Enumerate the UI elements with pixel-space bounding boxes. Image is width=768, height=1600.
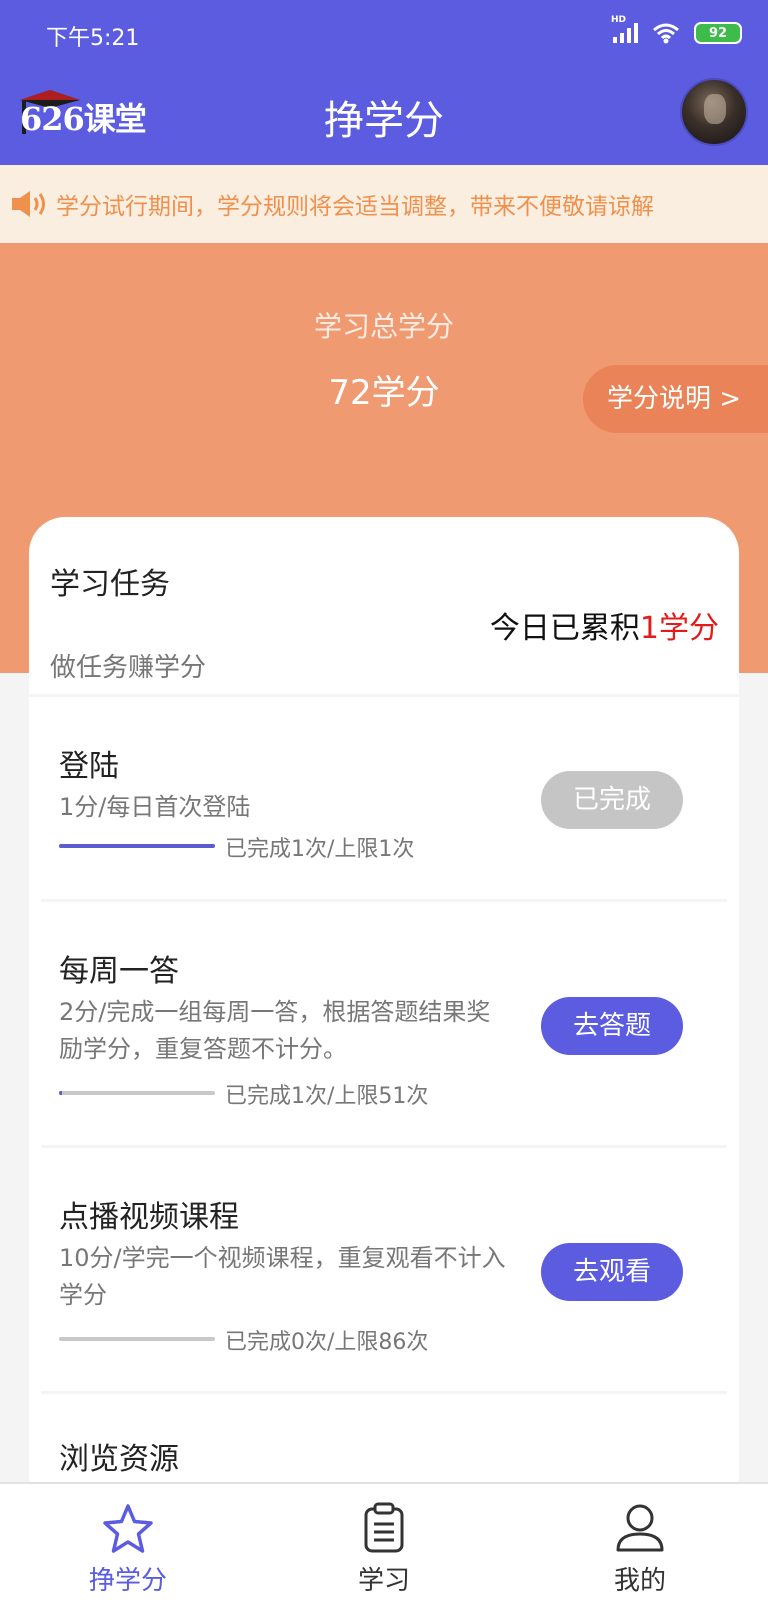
notice-banner: 学分试行期间，学分规则将会适当调整，带来不便敬请谅解 [0, 165, 768, 243]
task-item-video-course: 点播视频课程 10分/学完一个视频课程，重复观看不计入学分 已完成0次/上限86… [41, 1148, 727, 1394]
tab-earn-credits[interactable]: 挣学分 [0, 1484, 256, 1600]
answer-quiz-button[interactable]: 去答题 [541, 997, 683, 1055]
task-progress-text: 已完成1次/上限1次 [225, 837, 415, 862]
tab-label: 挣学分 [88, 1566, 167, 1596]
task-progress-text: 已完成0次/上限86次 [225, 1330, 429, 1355]
task-name: 每周一答 [59, 954, 179, 989]
task-desc: 1分/每日首次登陆 [59, 793, 251, 821]
bottom-tab-bar: 挣学分 学习 我的 [0, 1482, 768, 1600]
status-icons: HD 92 [611, 15, 742, 44]
user-icon [616, 1504, 664, 1552]
page-title: 挣学分 [324, 98, 444, 144]
tab-study[interactable]: 学习 [256, 1484, 512, 1600]
task-section-header: 学习任务 今日已累积1学分 做任务赚学分 [29, 517, 739, 697]
status-bar: 下午5:21 HD 92 [0, 0, 768, 68]
app-screen: 下午5:21 HD 92 626课堂 挣学分 学分试行期间，学分规则将会适当调整… [0, 0, 768, 1600]
task-progress-bar [59, 844, 215, 848]
tab-label: 学习 [357, 1566, 410, 1596]
avatar[interactable] [680, 78, 748, 146]
task-section-subtitle: 做任务赚学分 [50, 653, 207, 683]
task-done-button[interactable]: 已完成 [541, 771, 683, 829]
task-section-title: 学习任务 [50, 567, 170, 602]
task-name: 登陆 [59, 749, 119, 784]
task-name: 浏览资源 [59, 1442, 179, 1477]
battery-level: 92 [708, 25, 728, 41]
task-progress-fill [59, 844, 215, 848]
battery-icon: 92 [694, 22, 742, 44]
total-credit-label: 学习总学分 [313, 310, 454, 343]
clipboard-icon [364, 1502, 404, 1553]
task-name: 点播视频课程 [59, 1200, 239, 1235]
task-progress-bar [59, 1337, 215, 1341]
credit-info-button[interactable]: 学分说明 > [583, 365, 768, 433]
signal-icon: HD [611, 15, 638, 43]
notice-text: 学分试行期间，学分规则将会适当调整，带来不便敬请谅解 [56, 194, 654, 220]
task-progress-fill [59, 1091, 62, 1095]
today-credit-label: 今日已累积 [489, 611, 640, 646]
task-desc: 2分/完成一组每周一答，根据答题结果奖励学分，重复答题不计分。 [59, 998, 491, 1063]
task-progress-text: 已完成1次/上限51次 [225, 1084, 429, 1109]
task-card: 学习任务 今日已累积1学分 做任务赚学分 登陆 1分/每日首次登陆 已完成1次/… [29, 517, 739, 1600]
speaker-icon [12, 191, 45, 217]
task-progress-bar [59, 1091, 215, 1095]
task-item-weekly-quiz: 每周一答 2分/完成一组每周一答，根据答题结果奖励学分，重复答题不计分。 已完成… [41, 902, 727, 1148]
wifi-icon [652, 22, 680, 44]
today-credit: 今日已累积1学分 [490, 603, 719, 647]
star-icon [103, 1504, 153, 1553]
tab-label: 我的 [613, 1566, 666, 1596]
status-time: 下午5:21 [46, 26, 140, 51]
tab-profile[interactable]: 我的 [512, 1484, 768, 1600]
today-credit-value: 1学分 [639, 611, 719, 646]
task-desc: 10分/学完一个视频课程，重复观看不计入学分 [59, 1244, 506, 1309]
app-header: 下午5:21 HD 92 626课堂 挣学分 [0, 0, 768, 165]
watch-video-button[interactable]: 去观看 [541, 1243, 683, 1301]
hd-badge: HD [611, 15, 627, 25]
task-item-login: 登陆 1分/每日首次登陆 已完成1次/上限1次 已完成 [41, 697, 727, 902]
